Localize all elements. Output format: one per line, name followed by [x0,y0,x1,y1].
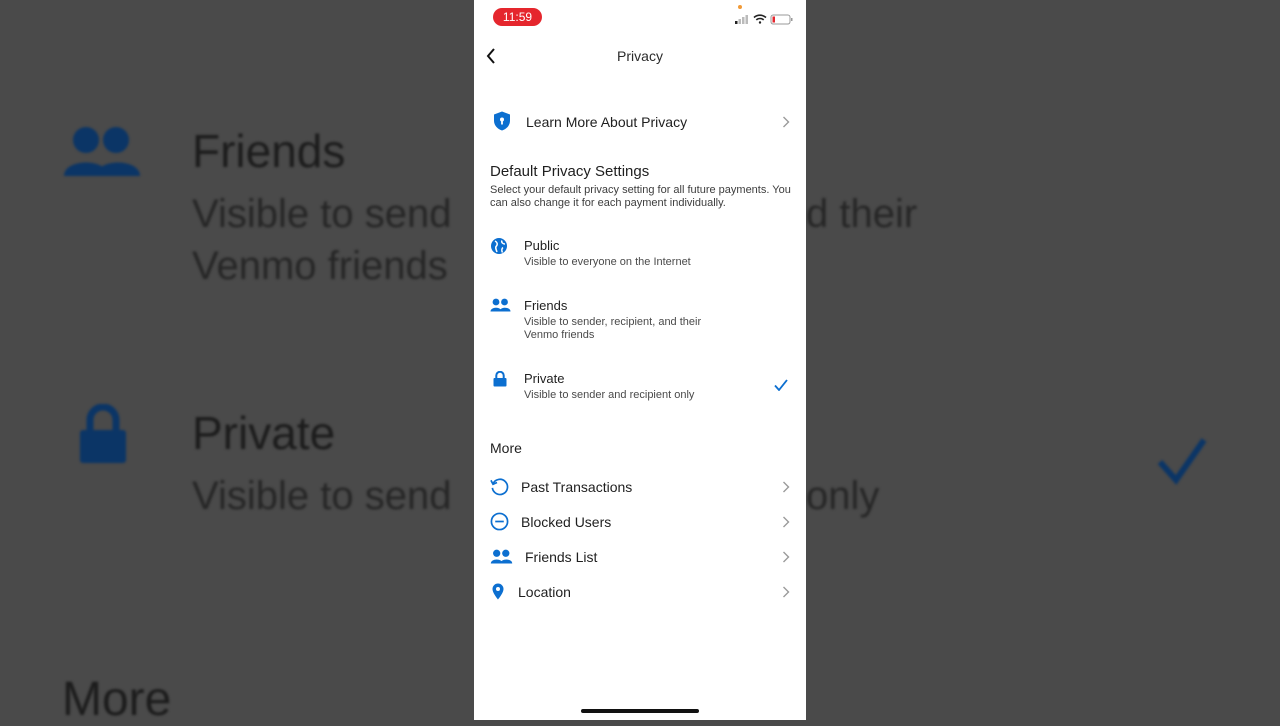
wifi-icon [753,14,767,24]
chevron-right-icon [783,551,790,563]
more-section-title: More [490,440,522,456]
option-title: Private [524,371,565,386]
bg-friends-desc-right-1: d their [806,192,918,236]
option-description: Visible to everyone on the Internet [524,256,691,268]
more-item-label: Blocked Users [521,514,612,530]
bg-private-desc-left: Visible to send [192,474,452,518]
status-time: 11:59 [493,8,542,26]
privacy-option-private[interactable]: Private Visible to sender and recipient … [474,367,806,411]
lock-icon [80,404,126,463]
bg-private-title: Private [192,407,336,459]
more-item-label: Location [518,584,571,600]
location-pin-icon [492,583,504,600]
status-icons [735,12,795,31]
bg-private-desc-right: only [806,474,880,518]
chevron-right-icon [783,516,790,528]
privacy-option-public[interactable]: Public Visible to everyone on the Intern… [474,234,806,278]
more-item-friends-list[interactable]: Friends List [474,544,806,570]
bg-friends-desc-left-1: Visible to send [192,192,452,236]
bg-more-title: More [62,673,172,726]
friends-icon [64,127,140,176]
home-indicator[interactable] [581,709,699,713]
chevron-right-icon [783,481,790,493]
checkmark-icon [1157,438,1207,485]
default-privacy-title: Default Privacy Settings [490,163,650,180]
default-privacy-description: Select your default privacy setting for … [490,184,791,209]
more-item-label: Past Transactions [521,479,633,495]
battery-icon [770,14,793,25]
more-item-label: Friends List [525,549,598,565]
learn-more-label: Learn More About Privacy [526,114,688,130]
option-title: Public [524,238,560,253]
more-item-location[interactable]: Location [474,579,806,605]
lock-icon [493,371,507,387]
signal-icon [735,15,748,24]
privacy-indicator-dot [738,5,742,9]
chevron-right-icon [783,586,790,598]
learn-more-privacy-row[interactable]: Learn More About Privacy [474,108,806,136]
option-title: Friends [524,298,568,313]
friends-icon [490,549,513,564]
privacy-option-friends[interactable]: Friends Visible to sender, recipient, an… [474,294,806,348]
checkmark-icon [774,379,788,391]
option-description: Visible to sender, recipient, and their … [524,316,702,341]
more-item-past-transactions[interactable]: Past Transactions [474,474,806,500]
globe-icon [491,238,507,254]
page-title: Privacy [617,48,663,64]
history-icon [490,478,509,496]
friends-icon [490,298,511,312]
phone-screen: 11:59 Privacy Learn More About Privacy D… [474,0,806,720]
option-description: Visible to sender and recipient only [524,389,695,401]
chevron-right-icon [783,116,790,128]
bg-friends-title: Friends [192,125,346,177]
blocked-icon [490,512,509,531]
shield-lock-icon [494,111,510,131]
more-item-blocked-users[interactable]: Blocked Users [474,509,806,535]
bg-friends-desc-left-2: Venmo friends [192,244,448,288]
